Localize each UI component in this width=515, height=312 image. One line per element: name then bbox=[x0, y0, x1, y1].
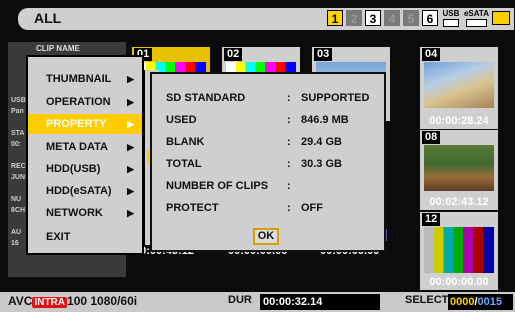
select-count: 0000/0015 bbox=[448, 294, 513, 310]
menu-item-meta-data[interactable]: META DATA ▶ bbox=[28, 137, 142, 157]
chevron-right-icon: ▶ bbox=[127, 74, 134, 84]
clip-name-header: CLIP NAME bbox=[36, 44, 80, 53]
drive-icon bbox=[492, 11, 510, 25]
info-line: NU bbox=[11, 196, 22, 203]
clip-timecode: 00:00:28.24 bbox=[429, 115, 489, 127]
menu-item-exit[interactable]: EXIT bbox=[28, 227, 142, 247]
property-dialog: SD STANDARD: SUPPORTED USED:846.9 MB BLAN… bbox=[150, 72, 386, 252]
esata-label: eSATA bbox=[463, 9, 489, 18]
duration-value: 00:00:32.14 bbox=[260, 294, 380, 310]
menu-item-property[interactable]: PROPERTY ▶ bbox=[28, 114, 142, 134]
chevron-right-icon: ▶ bbox=[127, 97, 134, 107]
info-line: STA bbox=[11, 130, 25, 137]
scene-image bbox=[424, 145, 494, 191]
view-title: ALL bbox=[34, 10, 62, 26]
chevron-right-icon: ▶ bbox=[127, 186, 134, 196]
status-bar: AVC INTRA 100 1080/60i DUR 00:00:32.14 SEL… bbox=[0, 292, 515, 312]
info-line: 16 bbox=[11, 240, 19, 247]
scene-image bbox=[424, 62, 494, 108]
clip-thumbnail[interactable]: 08 00:02:43.12 bbox=[420, 130, 498, 210]
clip-timecode: 00:00:00.00 bbox=[429, 276, 489, 288]
slot-4[interactable]: 4 bbox=[383, 10, 400, 26]
info-line: 8CH bbox=[11, 207, 26, 214]
clip-number: 12 bbox=[422, 213, 441, 226]
menu-item-thumbnail[interactable]: THUMBNAIL ▶ bbox=[28, 69, 142, 89]
main-menu: THUMBNAIL ▶ OPERATION ▶ PROPERTY ▶ META DAT… bbox=[26, 55, 144, 255]
menu-item-hdd-esata[interactable]: HDD(eSATA) ▶ bbox=[28, 181, 142, 201]
esata-drive-icon: eSATA bbox=[463, 9, 489, 27]
slot-6[interactable]: 6 bbox=[421, 10, 438, 26]
clip-thumbnail[interactable]: 12 00:00:00.00 bbox=[420, 212, 498, 290]
duration-label: DUR bbox=[228, 294, 252, 306]
menu-item-hdd-usb[interactable]: HDD(USB) ▶ bbox=[28, 159, 142, 179]
clip-number: 04 bbox=[422, 48, 441, 61]
info-line: 00: bbox=[11, 141, 22, 148]
screen: ALL 1 2 3 4 5 6 USB eSATA CLIP NAME USB … bbox=[0, 0, 515, 312]
info-line: USB bbox=[11, 97, 26, 104]
clip-number: 08 bbox=[422, 131, 441, 144]
chevron-right-icon: ▶ bbox=[127, 142, 134, 152]
info-line: REC bbox=[11, 163, 26, 170]
info-line: Pan bbox=[11, 108, 24, 115]
usb-drive-icon: USB bbox=[441, 9, 461, 27]
ok-button[interactable]: OK bbox=[253, 228, 279, 245]
codec-label: AVC INTRA 100 1080/60i bbox=[8, 294, 138, 308]
clip-number: 02 bbox=[224, 48, 243, 61]
usb-label: USB bbox=[442, 9, 460, 18]
select-label: SELECT bbox=[405, 294, 449, 306]
chevron-right-icon: ▶ bbox=[127, 164, 134, 174]
intra-badge: INTRA bbox=[32, 297, 68, 308]
clip-number: 03 bbox=[314, 48, 333, 61]
menu-item-operation[interactable]: OPERATION ▶ bbox=[28, 92, 142, 112]
top-bar: ALL 1 2 3 4 5 6 USB eSATA bbox=[18, 8, 514, 30]
slot-3[interactable]: 3 bbox=[364, 10, 381, 26]
slot-1[interactable]: 1 bbox=[326, 10, 343, 26]
info-line: AU bbox=[11, 229, 22, 236]
clip-timecode: 00:02:43.12 bbox=[429, 196, 489, 208]
clip-thumbnail[interactable]: 04 00:00:28.24 bbox=[420, 47, 498, 129]
slot-5[interactable]: 5 bbox=[402, 10, 419, 26]
chevron-right-icon: ▶ bbox=[127, 119, 134, 129]
color-bars-image bbox=[424, 227, 494, 273]
chevron-right-icon: ▶ bbox=[127, 208, 134, 218]
slot-indicators: 1 2 3 4 5 6 USB eSATA bbox=[326, 9, 510, 27]
menu-item-network[interactable]: NETWORK ▶ bbox=[28, 203, 142, 223]
slot-2[interactable]: 2 bbox=[345, 10, 362, 26]
info-line: JUN bbox=[11, 174, 26, 181]
